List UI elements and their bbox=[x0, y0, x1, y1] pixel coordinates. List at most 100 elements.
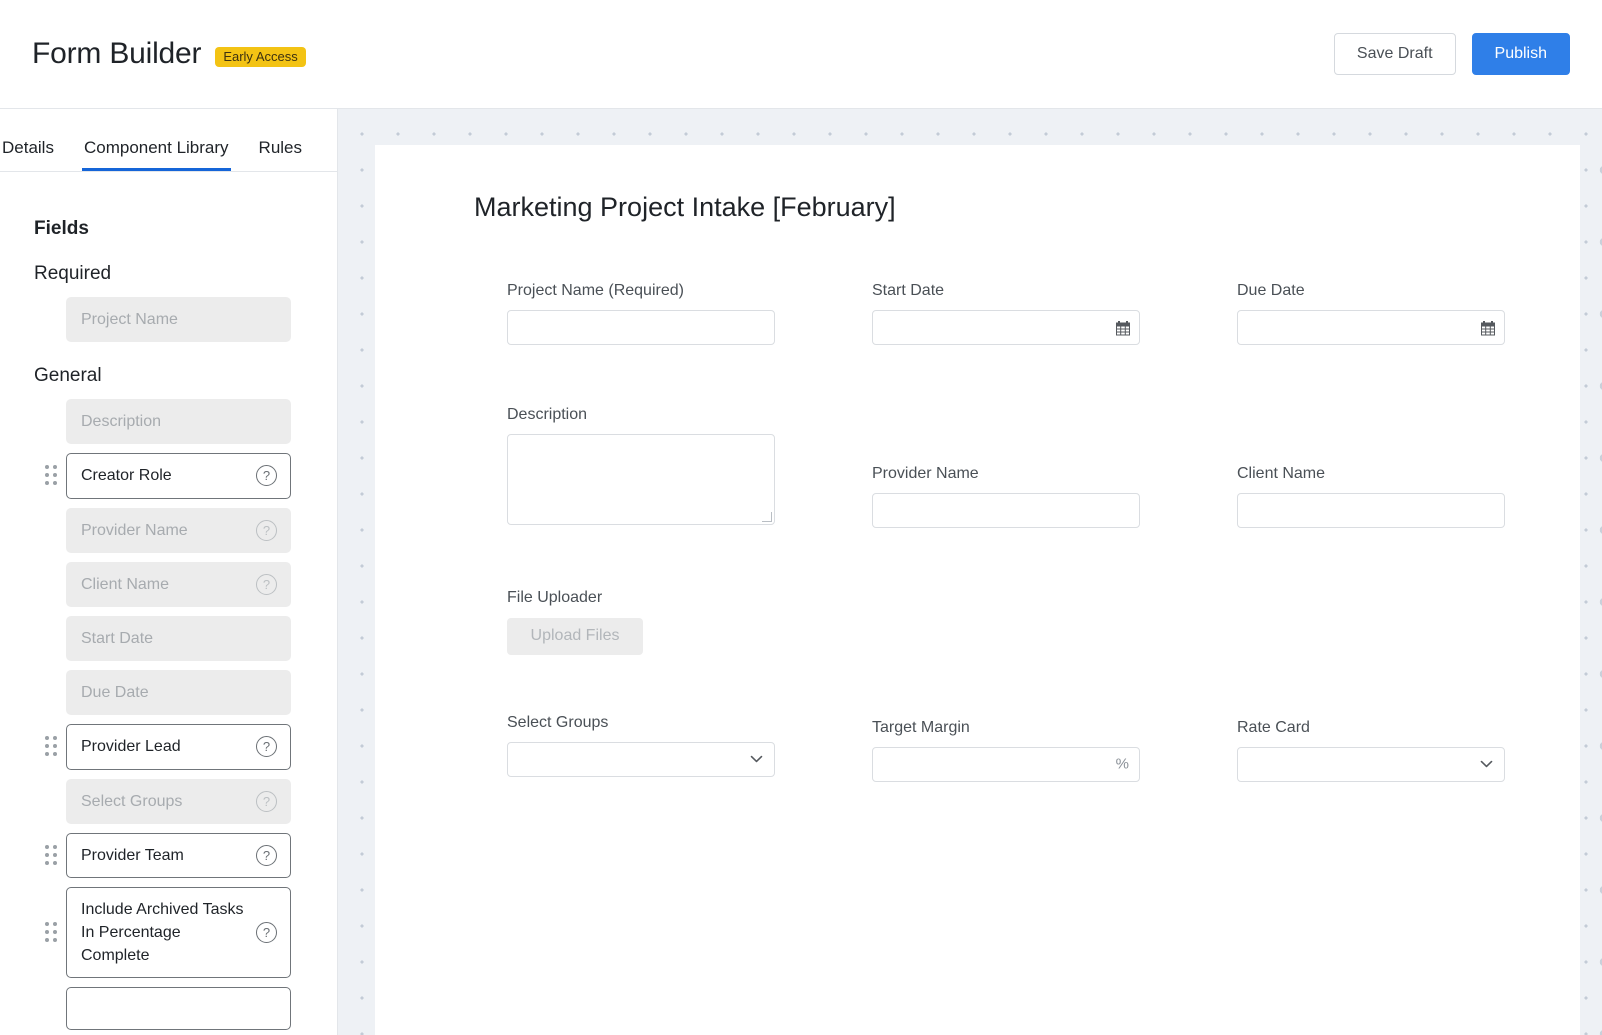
description-textarea[interactable] bbox=[507, 434, 775, 526]
component-chip[interactable] bbox=[66, 987, 291, 1031]
drag-handle-icon bbox=[36, 791, 66, 812]
component-chip[interactable]: Include Archived Tasks In Percentage Com… bbox=[66, 886, 291, 979]
form-input[interactable] bbox=[1237, 746, 1505, 782]
drag-handle-icon bbox=[36, 682, 66, 703]
form-field-label: Due Date bbox=[1237, 282, 1305, 299]
publish-button[interactable]: Publish bbox=[1471, 33, 1570, 75]
component-chip-label: Provider Lead bbox=[81, 738, 181, 756]
form-row: Project Name (Required) Start Date Due Dat… bbox=[375, 281, 1580, 346]
field-row: Select Groups? bbox=[0, 778, 337, 824]
form-field: File Uploader Upload Files bbox=[507, 588, 872, 655]
form-input[interactable] bbox=[872, 493, 1140, 529]
component-chip-label: Creator Role bbox=[81, 467, 172, 485]
help-circle-icon[interactable]: ? bbox=[256, 519, 277, 541]
component-chip: Due Date bbox=[66, 670, 291, 716]
field-list: Description Creator Role? Provider Name? Cl… bbox=[0, 399, 337, 1031]
form-input[interactable] bbox=[1237, 493, 1505, 529]
component-chip[interactable]: Creator Role? bbox=[66, 453, 291, 499]
component-chip-label: Due Date bbox=[81, 684, 149, 702]
early-access-badge: Early Access bbox=[215, 47, 306, 67]
page-title: Form Builder bbox=[32, 37, 202, 70]
form-field: Provider Name bbox=[872, 405, 1237, 529]
form-field-label: File Uploader bbox=[507, 589, 603, 607]
help-circle-icon[interactable]: ? bbox=[256, 736, 277, 758]
component-chip: Start Date bbox=[66, 615, 291, 662]
component-chip: Select Groups? bbox=[66, 778, 291, 824]
help-circle-icon[interactable]: ? bbox=[256, 465, 277, 487]
form-canvas[interactable]: Marketing Project Intake [February] Proj… bbox=[338, 109, 1602, 1035]
form-field-label: Client Name bbox=[1237, 465, 1326, 483]
form-field-label: Project Name (Required) bbox=[507, 282, 684, 299]
drag-handle-icon[interactable] bbox=[36, 736, 66, 757]
form-field-label: Provider Name bbox=[872, 465, 979, 483]
drag-handle-icon bbox=[36, 520, 66, 541]
sidebar-content[interactable]: Fields Required Project Name General Descri… bbox=[0, 172, 337, 1035]
drag-handle-icon bbox=[36, 998, 66, 1019]
form-row: Description Provider Name Client Name bbox=[375, 405, 1580, 529]
component-chip: Description bbox=[66, 399, 291, 445]
help-circle-icon[interactable]: ? bbox=[256, 922, 277, 944]
app-body: Details Component Library Rules Fields Req… bbox=[0, 109, 1602, 1035]
brand: Form Builder Early Access bbox=[32, 37, 306, 71]
form-field bbox=[872, 588, 1237, 654]
help-circle-icon[interactable]: ? bbox=[256, 573, 277, 595]
chevron-down-icon[interactable] bbox=[1480, 760, 1493, 768]
component-chip-label: Client Name bbox=[81, 575, 170, 593]
form-field-grid: Project Name (Required) Start Date Due Dat… bbox=[375, 281, 1580, 782]
form-field: Project Name (Required) bbox=[507, 281, 872, 346]
field-row: Provider Team? bbox=[0, 832, 337, 878]
field-row: Provider Lead? bbox=[0, 724, 337, 770]
form-field-label: Description bbox=[507, 406, 588, 424]
tab-rules[interactable]: Rules bbox=[257, 139, 304, 171]
drag-handle-icon[interactable] bbox=[36, 844, 66, 866]
field-row bbox=[0, 987, 337, 1031]
tab-details[interactable]: Details bbox=[0, 139, 56, 171]
app-header: Form Builder Early Access Save Draft Pub… bbox=[0, 0, 1602, 109]
form-row: Select Groups Target Margin% Rate Card bbox=[375, 713, 1580, 782]
form-field: Target Margin% bbox=[872, 713, 1237, 782]
form-field-label: Start Date bbox=[872, 282, 945, 299]
drag-handle-icon[interactable] bbox=[36, 922, 66, 943]
form-input[interactable] bbox=[507, 310, 775, 346]
form-field: Due Date bbox=[1237, 281, 1580, 346]
upload-files-button[interactable]: Upload Files bbox=[507, 617, 643, 655]
field-row: Provider Name? bbox=[0, 507, 337, 553]
form-input[interactable]: % bbox=[872, 746, 1140, 782]
drag-handle-icon bbox=[36, 411, 66, 432]
sidebar: Details Component Library Rules Fields Req… bbox=[0, 109, 338, 1035]
form-field: Rate Card bbox=[1237, 713, 1580, 782]
component-chip-label: Description bbox=[81, 413, 162, 431]
tab-label: Component Library bbox=[83, 138, 229, 157]
form-field bbox=[1237, 588, 1580, 654]
form-input[interactable] bbox=[507, 741, 775, 777]
field-group-label: General bbox=[34, 365, 102, 387]
component-chip[interactable]: Provider Team? bbox=[66, 832, 291, 878]
field-row: Due Date bbox=[0, 670, 337, 716]
form-input[interactable] bbox=[872, 310, 1140, 346]
calendar-icon[interactable] bbox=[1481, 320, 1495, 336]
field-group-label: Required bbox=[34, 263, 112, 284]
tab-component-library[interactable]: Component Library bbox=[81, 138, 231, 171]
calendar-icon[interactable] bbox=[1116, 320, 1130, 336]
help-circle-icon[interactable]: ? bbox=[256, 844, 277, 866]
field-row: Client Name? bbox=[0, 561, 337, 607]
drag-handle-icon bbox=[36, 574, 66, 595]
field-groups: Required Project Name General Description Cr… bbox=[0, 263, 337, 1031]
component-chip-label: Include Archived Tasks In Percentage Com… bbox=[81, 900, 244, 965]
form-field-label: Rate Card bbox=[1237, 718, 1310, 736]
component-chip[interactable]: Provider Lead? bbox=[66, 724, 291, 770]
component-chip: Client Name? bbox=[66, 561, 291, 607]
form-field: Start Date bbox=[872, 281, 1237, 346]
sidebar-tabs: Details Component Library Rules bbox=[0, 109, 337, 172]
form-input[interactable] bbox=[1237, 310, 1505, 346]
component-chip: Provider Name? bbox=[66, 507, 291, 553]
tab-label: Rules bbox=[258, 138, 303, 157]
save-draft-button[interactable]: Save Draft bbox=[1333, 33, 1456, 75]
form-row: File Uploader Upload Files bbox=[375, 588, 1580, 655]
component-chip-label: Start Date bbox=[81, 629, 154, 647]
chevron-down-icon[interactable] bbox=[750, 755, 763, 763]
field-row: Start Date bbox=[0, 615, 337, 662]
drag-handle-icon[interactable] bbox=[36, 465, 66, 486]
field-row: Description bbox=[0, 399, 337, 445]
help-circle-icon[interactable]: ? bbox=[256, 790, 277, 812]
